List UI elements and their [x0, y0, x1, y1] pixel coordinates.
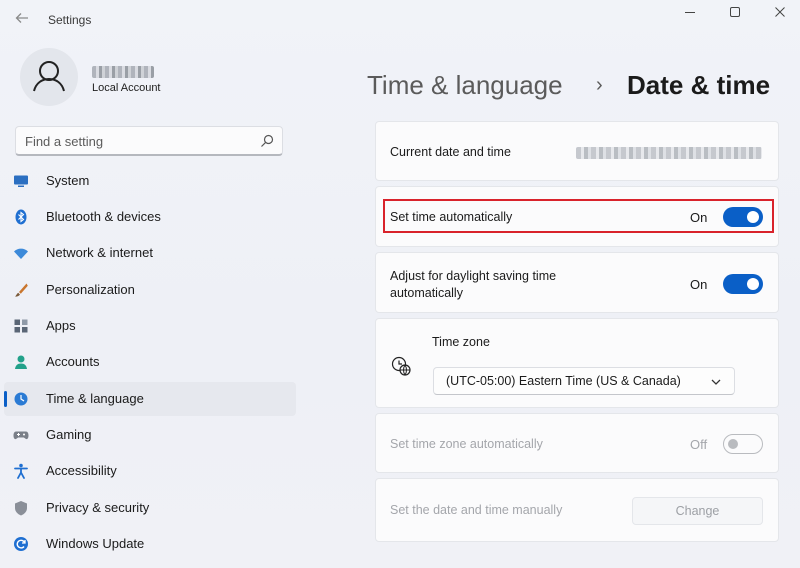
- set-tz-auto-toggle[interactable]: [723, 434, 763, 454]
- current-datetime-card: Current date and time: [375, 121, 779, 181]
- change-button[interactable]: Change: [632, 497, 763, 525]
- maximize-icon: [730, 7, 740, 17]
- wifi-icon: [14, 248, 28, 259]
- sidebar-item-label: System: [46, 173, 90, 188]
- sidebar-item-label: Personalization: [46, 282, 135, 297]
- sidebar-item-label: Gaming: [46, 427, 92, 442]
- sidebar-item-label: Accessibility: [46, 463, 117, 478]
- sidebar-item-personalization[interactable]: Personalization: [4, 273, 296, 307]
- current-datetime-label: Current date and time: [390, 145, 511, 159]
- sidebar-item-time-language[interactable]: Time & language: [4, 382, 296, 416]
- minimize-icon: [685, 12, 695, 13]
- sidebar-item-accessibility[interactable]: Accessibility: [4, 454, 296, 488]
- breadcrumb-separator: ›: [596, 74, 603, 96]
- accessibility-icon: [14, 463, 28, 479]
- title-bar: Settings: [0, 0, 800, 40]
- daylight-saving-card: Adjust for daylight saving time automati…: [375, 252, 779, 313]
- sidebar-item-label: Bluetooth & devices: [46, 209, 161, 224]
- sidebar-item-label: Apps: [46, 318, 76, 333]
- time-zone-value: (UTC-05:00) Eastern Time (US & Canada): [446, 374, 681, 388]
- back-arrow-icon: [15, 13, 28, 23]
- shield-icon: [15, 501, 27, 516]
- back-button[interactable]: [12, 11, 32, 29]
- system-icon: [14, 175, 28, 187]
- search-input[interactable]: Find a setting: [15, 126, 283, 156]
- maximize-button[interactable]: [723, 5, 747, 25]
- time-zone-label: Time zone: [432, 335, 490, 349]
- close-button[interactable]: [768, 5, 792, 25]
- avatar[interactable]: [20, 48, 78, 106]
- daylight-saving-toggle[interactable]: [723, 274, 763, 294]
- search-placeholder: Find a setting: [25, 134, 104, 149]
- sidebar-item-bluetooth[interactable]: Bluetooth & devices: [4, 200, 296, 234]
- current-datetime-value-blurred: [576, 147, 762, 159]
- sidebar-item-label: Privacy & security: [46, 500, 150, 515]
- chevron-down-icon: [711, 379, 721, 385]
- user-icon: [33, 61, 65, 92]
- breadcrumb-parent[interactable]: Time & language: [367, 70, 563, 101]
- timezone-globe-icon: [391, 356, 411, 376]
- daylight-saving-state: On: [690, 277, 708, 292]
- sidebar-item-network[interactable]: Network & internet: [4, 236, 296, 270]
- apps-icon: [14, 319, 28, 333]
- sidebar-item-label: Network & internet: [46, 245, 153, 260]
- sidebar-item-label: Time & language: [46, 391, 144, 406]
- close-icon: [775, 7, 785, 17]
- accounts-icon: [15, 355, 27, 369]
- update-icon: [14, 537, 28, 551]
- sidebar-item-privacy-security[interactable]: Privacy & security: [4, 491, 296, 525]
- sidebar-item-gaming[interactable]: Gaming: [4, 418, 296, 452]
- globe-clock-icon: [14, 392, 28, 406]
- highlight-box: [383, 199, 774, 233]
- daylight-saving-label-line2: automatically: [390, 286, 463, 300]
- account-type: Local Account: [92, 82, 161, 94]
- manual-datetime-label: Set the date and time manually: [390, 503, 563, 517]
- search-icon: [261, 134, 274, 147]
- minimize-button[interactable]: [678, 5, 702, 25]
- sidebar-item-label: Accounts: [46, 354, 100, 369]
- manual-datetime-card: Set the date and time manually Change: [375, 478, 779, 542]
- user-name-blurred: [92, 66, 154, 78]
- sidebar-item-label: Windows Update: [46, 536, 145, 551]
- brush-icon: [15, 283, 28, 297]
- sidebar-item-accounts[interactable]: Accounts: [4, 345, 296, 379]
- sidebar-item-windows-update[interactable]: Windows Update: [4, 527, 296, 561]
- time-zone-dropdown[interactable]: (UTC-05:00) Eastern Time (US & Canada): [433, 367, 735, 395]
- time-zone-card: Time zone (UTC-05:00) Eastern Time (US &…: [375, 318, 779, 408]
- daylight-saving-label: Adjust for daylight saving time: [390, 269, 557, 283]
- page-title: Date & time: [627, 70, 771, 100]
- gamepad-icon: [13, 431, 29, 440]
- app-title: Settings: [48, 13, 92, 27]
- bluetooth-icon: [15, 209, 27, 225]
- active-indicator: [4, 391, 7, 407]
- set-tz-auto-label: Set time zone automatically: [390, 437, 543, 451]
- set-tz-auto-state: Off: [690, 437, 708, 452]
- sidebar-item-apps[interactable]: Apps: [4, 309, 296, 343]
- sidebar-item-system[interactable]: System: [4, 164, 296, 198]
- settings-window: Settings Local Account Find a setting Sy…: [0, 0, 800, 568]
- set-tz-auto-card: Set time zone automatically Off: [375, 413, 779, 473]
